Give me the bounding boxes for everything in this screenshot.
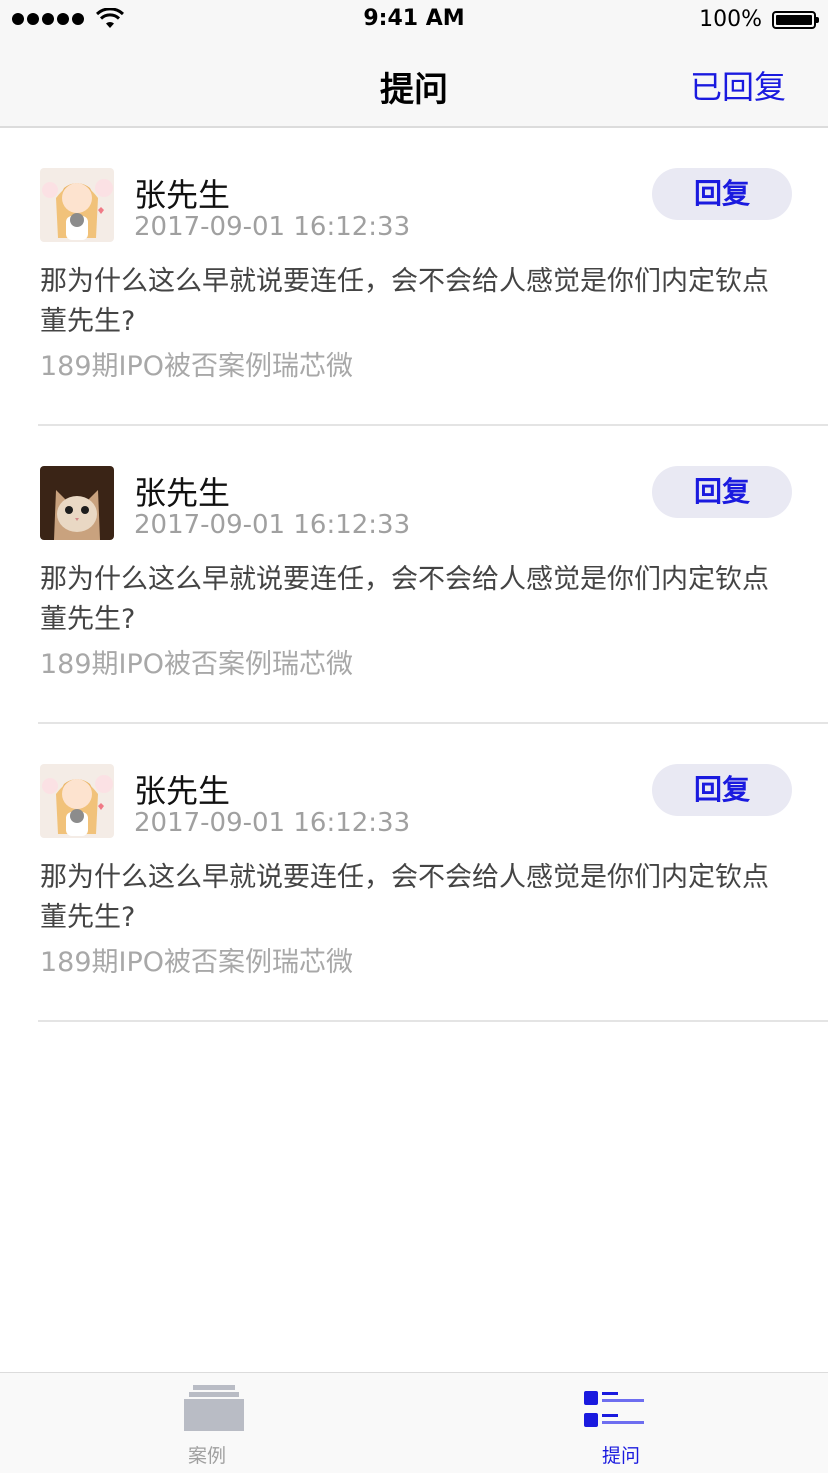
battery-percent: 100%: [699, 7, 762, 32]
anime-girl-avatar-icon: [40, 168, 114, 242]
reply-button[interactable]: 回复: [652, 466, 792, 518]
timestamp: 2017-09-01 16:12:33: [134, 808, 411, 838]
tab-questions[interactable]: 提问: [414, 1373, 828, 1473]
user-name: 张先生: [134, 474, 231, 512]
cat-avatar-icon: [40, 466, 114, 540]
user-name: 张先生: [134, 176, 231, 214]
navigation-bar: 提问 已回复: [0, 40, 828, 128]
status-bar: 9:41 AM 100%: [0, 0, 828, 40]
tab-questions-label: 提问: [601, 1445, 640, 1467]
timestamp: 2017-09-01 16:12:33: [134, 510, 411, 540]
case-source: 189期IPO被否案例瑞芯微: [40, 351, 354, 382]
case-source: 189期IPO被否案例瑞芯微: [40, 947, 354, 978]
tab-cases-label: 案例: [187, 1445, 226, 1467]
case-source: 189期IPO被否案例瑞芯微: [40, 649, 354, 680]
reply-button[interactable]: 回复: [652, 764, 792, 816]
anime-girl-avatar-icon: [40, 764, 114, 838]
question-item[interactable]: 张先生 2017-09-01 16:12:33 回复 那为什么这么早就说要连任，…: [0, 724, 828, 1022]
avatar[interactable]: [40, 168, 114, 242]
user-name: 张先生: [134, 772, 231, 810]
question-list-icon: [584, 1391, 644, 1427]
timestamp: 2017-09-01 16:12:33: [134, 212, 411, 242]
tab-cases[interactable]: 案例: [0, 1373, 414, 1473]
question-item[interactable]: 张先生 2017-09-01 16:12:33 回复 那为什么这么早就说要连任，…: [0, 128, 828, 426]
question-text: 那为什么这么早就说要连任，会不会给人感觉是你们内定钦点董先生?: [40, 266, 769, 337]
question-item[interactable]: 张先生 2017-09-01 16:12:33 回复 那为什么这么早就说要连任，…: [0, 426, 828, 724]
replied-filter-button[interactable]: 已回复: [690, 62, 786, 108]
avatar[interactable]: [40, 764, 114, 838]
question-text: 那为什么这么早就说要连任，会不会给人感觉是你们内定钦点董先生?: [40, 564, 769, 635]
tab-bar: 案例 提问: [0, 1372, 828, 1473]
avatar[interactable]: [40, 466, 114, 540]
battery-icon: [772, 11, 819, 29]
divider: [38, 1020, 828, 1022]
case-stack-icon: [184, 1385, 244, 1431]
question-text: 那为什么这么早就说要连任，会不会给人感觉是你们内定钦点董先生?: [40, 862, 769, 933]
reply-button[interactable]: 回复: [652, 168, 792, 220]
